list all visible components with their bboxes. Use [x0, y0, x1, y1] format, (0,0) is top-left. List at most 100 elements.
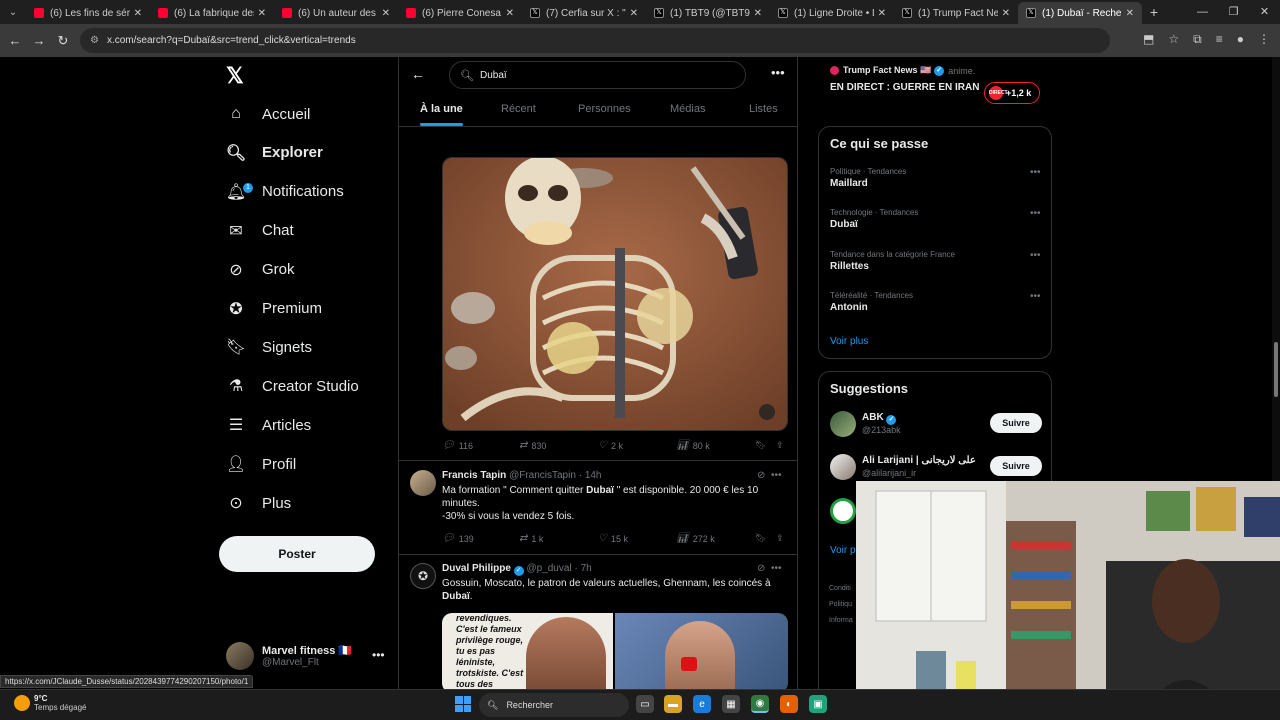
more-icon[interactable]: •••: [771, 563, 782, 574]
nav-item-chat[interactable]: ✉ Chat: [226, 216, 293, 246]
more-icon[interactable]: •••: [1030, 208, 1041, 219]
minimize-button[interactable]: —: [1187, 0, 1218, 24]
back-arrow-icon[interactable]: ←: [3, 33, 27, 48]
browser-tab[interactable]: 𝕏 (1) Trump Fact News ✕: [894, 2, 1018, 24]
nav-item-plus[interactable]: ⊙ Plus: [226, 488, 291, 518]
tab-top[interactable]: À la une: [420, 103, 463, 126]
bookmark-icon[interactable]: 🔖︎: [755, 440, 766, 451]
site-info-icon[interactable]: ⚙: [90, 35, 99, 46]
nav-item-explorer[interactable]: 🔍︎ Explorer: [226, 138, 323, 168]
avatar[interactable]: ✪: [410, 563, 436, 589]
back-arrow-icon[interactable]: ←: [411, 66, 425, 82]
grok-icon[interactable]: ⊘: [757, 470, 765, 481]
browser-tab[interactable]: (6) La fabrique des m ✕: [150, 2, 274, 24]
chrome-icon[interactable]: ◉: [751, 695, 769, 713]
extensions-icon[interactable]: ⧉: [1193, 32, 1202, 47]
like-button[interactable]: ♡ 15 k: [598, 533, 628, 544]
media-controls-icon[interactable]: ≡: [1216, 32, 1223, 47]
address-bar[interactable]: ⚙ x.com/search?q=Dubaï&src=trend_click&v…: [80, 28, 1110, 53]
see-more-link[interactable]: Voir plus: [830, 336, 868, 347]
author-handle[interactable]: @FrancisTapin: [509, 470, 576, 481]
close-tab-icon[interactable]: ✕: [1126, 8, 1134, 19]
browser-tab[interactable]: 𝕏 (1) TBT9 (@TBT9_Wi ✕: [646, 2, 770, 24]
new-tab-button[interactable]: +: [1142, 4, 1166, 20]
browser-tab[interactable]: (6) Les fins de séries | ✕: [26, 2, 150, 24]
nav-item-articles[interactable]: ☰ Articles: [226, 410, 311, 440]
tab-list-button[interactable]: ⌄: [0, 0, 26, 24]
browser-tab[interactable]: (6) Pierre Conesa - Yo ✕: [398, 2, 522, 24]
x-logo-icon[interactable]: 𝕏: [226, 63, 244, 89]
close-window-button[interactable]: ✕: [1249, 0, 1280, 24]
tab-lists[interactable]: Listes: [749, 103, 778, 115]
trend-item[interactable]: Politique · Tendances Maillard •••: [830, 167, 1041, 189]
more-icon[interactable]: •••: [1030, 250, 1041, 261]
tweet-time[interactable]: 14h: [585, 470, 602, 481]
grok-icon[interactable]: ⊘: [757, 563, 765, 574]
weather-widget[interactable]: 9°C Temps dégagé: [14, 694, 86, 712]
bookmark-icon[interactable]: 🔖︎: [755, 533, 766, 544]
more-options-icon[interactable]: •••: [771, 65, 785, 80]
search-input[interactable]: 🔍︎ Dubaï: [449, 61, 746, 89]
views-button[interactable]: 📊︎ 272 k: [676, 533, 715, 544]
scrollbar-thumb[interactable]: [1274, 342, 1278, 397]
avatar[interactable]: [830, 498, 856, 524]
footer-link[interactable]: Conditi: [829, 581, 853, 597]
author-name[interactable]: Duval Philippe: [442, 563, 511, 574]
close-tab-icon[interactable]: ✕: [754, 8, 762, 19]
tweet-image[interactable]: [442, 157, 788, 431]
tab-people[interactable]: Personnes: [578, 103, 631, 115]
nav-item-notifications[interactable]: 🔔︎ 1 Notifications: [226, 177, 344, 207]
trend-item[interactable]: Tendance dans la catégorie France Rillett…: [830, 250, 1041, 272]
share-icon[interactable]: ⇪: [776, 440, 784, 451]
reply-button[interactable]: 💬︎ 116: [442, 440, 473, 451]
forward-arrow-icon[interactable]: →: [27, 33, 51, 48]
close-tab-icon[interactable]: ✕: [1002, 8, 1010, 19]
suggestion-item[interactable]: Ali Larijani | علی لاریجانی @alilarijani…: [830, 454, 1042, 482]
task-view-icon[interactable]: ▭: [636, 695, 654, 713]
browser-tab[interactable]: 𝕏 (7) Cerfia sur X : "re E ✕: [522, 2, 646, 24]
firefox-icon[interactable]: ◐: [780, 695, 798, 713]
nav-item-profil[interactable]: 👤︎ Profil: [226, 449, 296, 479]
footer-link[interactable]: Informa: [829, 613, 853, 629]
nav-item-grok[interactable]: ⊘ Grok: [226, 255, 294, 285]
repost-button[interactable]: ⇄ 830: [519, 440, 546, 451]
close-tab-icon[interactable]: ✕: [382, 8, 390, 19]
close-tab-icon[interactable]: ✕: [878, 8, 886, 19]
browser-menu-icon[interactable]: ⋮: [1258, 32, 1270, 47]
nav-item-creator-studio[interactable]: ⚗ Creator Studio: [226, 371, 359, 401]
footer-link[interactable]: Politiqu: [829, 597, 853, 613]
author-name[interactable]: Francis Tapin: [442, 470, 506, 481]
tab-latest[interactable]: Récent: [501, 103, 536, 115]
share-icon[interactable]: ⇪: [776, 533, 784, 544]
live-count-pill[interactable]: DIRECT +1,2 k: [984, 82, 1040, 104]
trend-item[interactable]: Téléréalité · Tendances Antonin •••: [830, 291, 1041, 313]
live-event-card[interactable]: Trump Fact News 🇺🇸 ✓ anime. EN DIRECT : …: [830, 65, 1050, 104]
see-more-link[interactable]: Voir pl: [830, 545, 858, 556]
close-tab-icon[interactable]: ✕: [506, 8, 514, 19]
app-icon[interactable]: ▣: [809, 695, 827, 713]
browser-tab[interactable]: 𝕏 (1) Ligne Droite • La ✕: [770, 2, 894, 24]
more-icon[interactable]: •••: [771, 470, 782, 481]
post-button[interactable]: Poster: [219, 536, 375, 572]
repost-button[interactable]: ⇄ 1 k: [519, 533, 543, 544]
follow-button[interactable]: Suivre: [990, 413, 1042, 433]
more-icon[interactable]: •••: [1030, 291, 1041, 302]
bookmark-star-icon[interactable]: ☆: [1168, 32, 1179, 47]
browser-tab[interactable]: (6) Un auteur des Gu ✕: [274, 2, 398, 24]
maximize-button[interactable]: ❐: [1218, 0, 1249, 24]
suggestion-item[interactable]: ABK ✓ @213abk Suivre: [830, 411, 1042, 439]
tab-media[interactable]: Médias: [670, 103, 705, 115]
like-button[interactable]: ♡ 2 k: [598, 440, 623, 451]
more-icon[interactable]: •••: [372, 648, 385, 662]
browser-tab[interactable]: 𝕏 (1) Dubaï - Recherche ✕: [1018, 2, 1142, 24]
close-tab-icon[interactable]: ✕: [258, 8, 266, 19]
views-button[interactable]: 📊︎ 80 k: [676, 440, 710, 451]
profile-avatar-icon[interactable]: ●: [1237, 32, 1244, 47]
reply-button[interactable]: 💬︎ 139: [442, 533, 474, 544]
store-icon[interactable]: ▦: [722, 695, 740, 713]
taskbar-search[interactable]: 🔍︎ Rechercher: [479, 693, 629, 717]
close-tab-icon[interactable]: ✕: [134, 8, 142, 19]
file-explorer-icon[interactable]: ▬: [664, 695, 682, 713]
close-tab-icon[interactable]: ✕: [630, 8, 638, 19]
author-handle[interactable]: @p_duval: [526, 563, 571, 574]
